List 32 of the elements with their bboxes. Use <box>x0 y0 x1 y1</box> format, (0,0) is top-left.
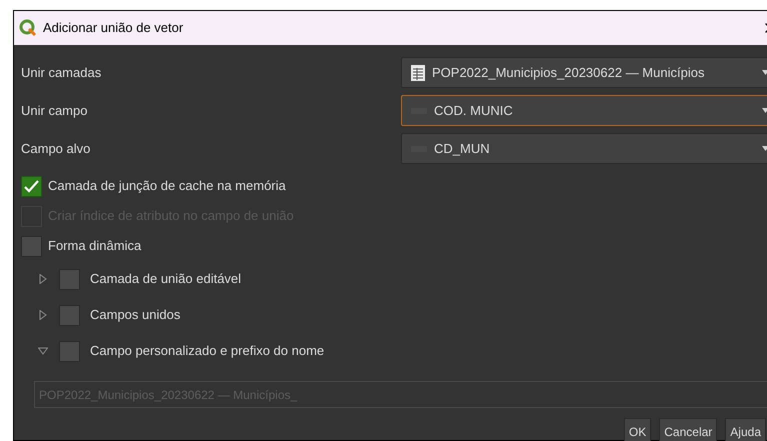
dropdown-arrow-icon <box>762 146 767 151</box>
checkbox-label: Camada de junção de cache na memória <box>48 177 286 196</box>
combo-value: COD. MUNIC <box>434 102 513 120</box>
collapse-arrow-icon[interactable] <box>38 346 48 356</box>
combo-box[interactable]: POP2022_Municipios_20230622 — Municípios <box>401 57 767 88</box>
expand-arrow-icon[interactable] <box>38 274 48 284</box>
group-title[interactable]: Camada de união editável <box>90 269 242 289</box>
combo-value: CD_MUN <box>434 140 490 158</box>
checkbox[interactable] <box>21 176 42 196</box>
field-label: Unir camadas <box>21 64 102 82</box>
combo-box[interactable]: CD_MUN <box>401 133 767 164</box>
checkbox[interactable] <box>59 340 80 362</box>
dropdown-arrow-icon <box>762 108 767 113</box>
checkbox[interactable] <box>21 236 42 256</box>
app-logo-icon <box>19 19 37 37</box>
checkbox-label: Forma dinâmica <box>48 237 142 256</box>
group-title[interactable]: Campo personalizado e prefixo do nome <box>90 341 324 361</box>
field-label: Campo alvo <box>21 140 92 158</box>
table-icon <box>410 64 426 82</box>
window-title: Adicionar união de vetor <box>43 19 184 38</box>
expand-arrow-icon[interactable] <box>38 310 48 320</box>
combo-value: POP2022_Municipios_20230622 — Municípios <box>432 64 704 82</box>
field-label: Unir campo <box>21 102 88 120</box>
dropdown-arrow-icon <box>762 70 767 75</box>
checkmark-icon <box>24 180 39 192</box>
group-title[interactable]: Campos unidos <box>90 305 180 325</box>
dialog-button[interactable]: OK <box>624 418 652 441</box>
checkbox[interactable] <box>59 304 80 326</box>
combo-box[interactable]: COD. MUNIC <box>401 95 767 126</box>
dialog-button[interactable]: Ajuda <box>725 418 766 441</box>
checkbox[interactable] <box>59 268 80 290</box>
dialog-button[interactable]: Cancelar <box>659 418 718 441</box>
